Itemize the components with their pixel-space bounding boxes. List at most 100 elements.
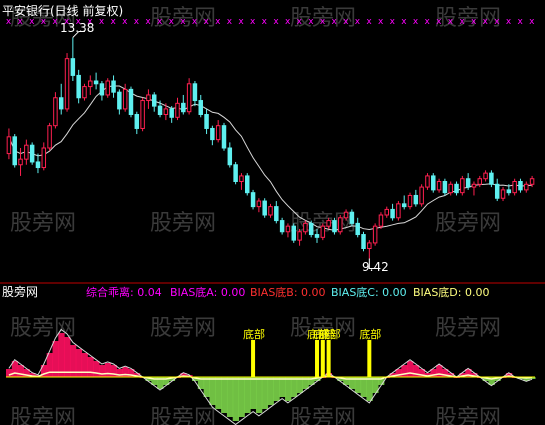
bias-bar — [267, 377, 274, 405]
bias-bar — [87, 357, 94, 377]
top-marker: x — [424, 17, 430, 27]
bias-bar — [412, 365, 420, 377]
candle-body — [291, 225, 296, 241]
watermark-text: 股旁网 — [435, 6, 501, 31]
candle-body — [105, 80, 110, 96]
candle-body — [239, 175, 244, 183]
candle-body — [29, 144, 35, 163]
watermark-text: 股旁网 — [150, 211, 216, 236]
candle-body — [210, 127, 215, 141]
candle-body — [268, 206, 273, 216]
bias-bar — [203, 377, 210, 397]
candle-body — [198, 100, 203, 115]
bottom-signal-label: 底部 — [319, 327, 341, 341]
candle-body — [47, 125, 52, 149]
bias-bar — [116, 369, 123, 377]
top-marker: x — [390, 17, 396, 27]
candle-body — [413, 194, 419, 205]
candle-body — [326, 220, 331, 227]
watermark-text: 股旁网 — [10, 406, 76, 425]
top-marker: x — [494, 17, 500, 27]
candle-body — [76, 74, 81, 99]
candle-body — [285, 225, 291, 233]
candle-body — [442, 181, 448, 194]
candle-body — [256, 200, 262, 208]
bias-bar — [209, 377, 216, 405]
bias-bar — [285, 377, 292, 401]
candle-body — [250, 192, 256, 208]
bias-bar — [226, 377, 234, 417]
bottom-signal-bar — [367, 340, 372, 377]
candle-body — [320, 225, 326, 238]
candle-body — [500, 189, 506, 199]
top-marker: x — [320, 17, 326, 27]
candle-body — [227, 147, 233, 166]
top-marker: x — [111, 17, 117, 27]
top-marker: x — [413, 17, 419, 27]
top-marker: x — [180, 17, 186, 27]
candle-body — [489, 172, 494, 185]
top-marker: x — [99, 17, 105, 27]
candle-body — [361, 234, 366, 250]
candle-body — [512, 181, 517, 194]
candle-body — [245, 175, 250, 194]
candle-body — [477, 178, 483, 185]
candle-body — [204, 114, 209, 129]
bias-bar — [104, 363, 112, 377]
watermark-text: 股旁网 — [435, 406, 501, 425]
top-marker: x — [506, 17, 512, 27]
bias-bar — [58, 333, 65, 377]
top-marker: x — [517, 17, 523, 27]
top-marker: x — [145, 17, 151, 27]
candle-body — [64, 58, 70, 110]
top-marker: x — [250, 17, 256, 27]
top-marker: x — [227, 17, 233, 27]
top-marker: x — [355, 17, 361, 27]
top-marker: x — [192, 17, 198, 27]
bias-bar — [255, 377, 263, 413]
candle-body — [140, 100, 145, 129]
indicator-source-label: 股旁网 — [2, 284, 38, 299]
bias-bar — [110, 365, 117, 377]
candle-body — [436, 181, 442, 191]
bottom-signal-label: 底部 — [359, 327, 381, 341]
watermark-text: 股旁网 — [150, 406, 216, 425]
candle-body — [460, 178, 465, 194]
bottom-signal-bar — [326, 340, 331, 377]
watermark-text: 股旁网 — [150, 316, 216, 341]
bottom-signal-bar — [320, 340, 325, 377]
bias-bar — [290, 377, 298, 397]
top-marker: x — [483, 17, 489, 27]
candle-body — [390, 208, 395, 219]
top-marker: x — [273, 17, 279, 27]
candle-body — [448, 183, 453, 194]
candle-body — [407, 194, 413, 208]
candle-body — [372, 225, 378, 244]
top-marker: x — [262, 17, 268, 27]
low-price-label: 9.42 — [362, 260, 389, 274]
candle-body — [355, 222, 360, 236]
candle-body — [53, 97, 58, 127]
bias-bar — [215, 377, 222, 409]
bias-bar — [279, 377, 286, 397]
top-marker: x — [285, 17, 291, 27]
bias-bar — [81, 353, 88, 377]
candle-body — [524, 183, 529, 191]
candle-body — [454, 183, 459, 194]
bias-bar — [360, 377, 367, 397]
top-marker: x — [52, 17, 58, 27]
candle-body — [483, 172, 488, 180]
bias-bar — [366, 377, 373, 401]
bias-bar — [273, 377, 280, 401]
candle-body — [93, 80, 99, 85]
top-marker: x — [471, 17, 477, 27]
high-price-label: 13.38 — [60, 21, 94, 35]
legend-bias-bottom-b: BIAS底B: 0.00 — [250, 285, 326, 299]
candle-body — [35, 161, 41, 169]
candle-body — [134, 114, 140, 129]
candle-body — [431, 175, 436, 191]
candle-body — [122, 88, 128, 110]
top-marker: x — [308, 17, 314, 27]
bias-bar — [401, 365, 408, 377]
candle-body — [367, 242, 372, 250]
